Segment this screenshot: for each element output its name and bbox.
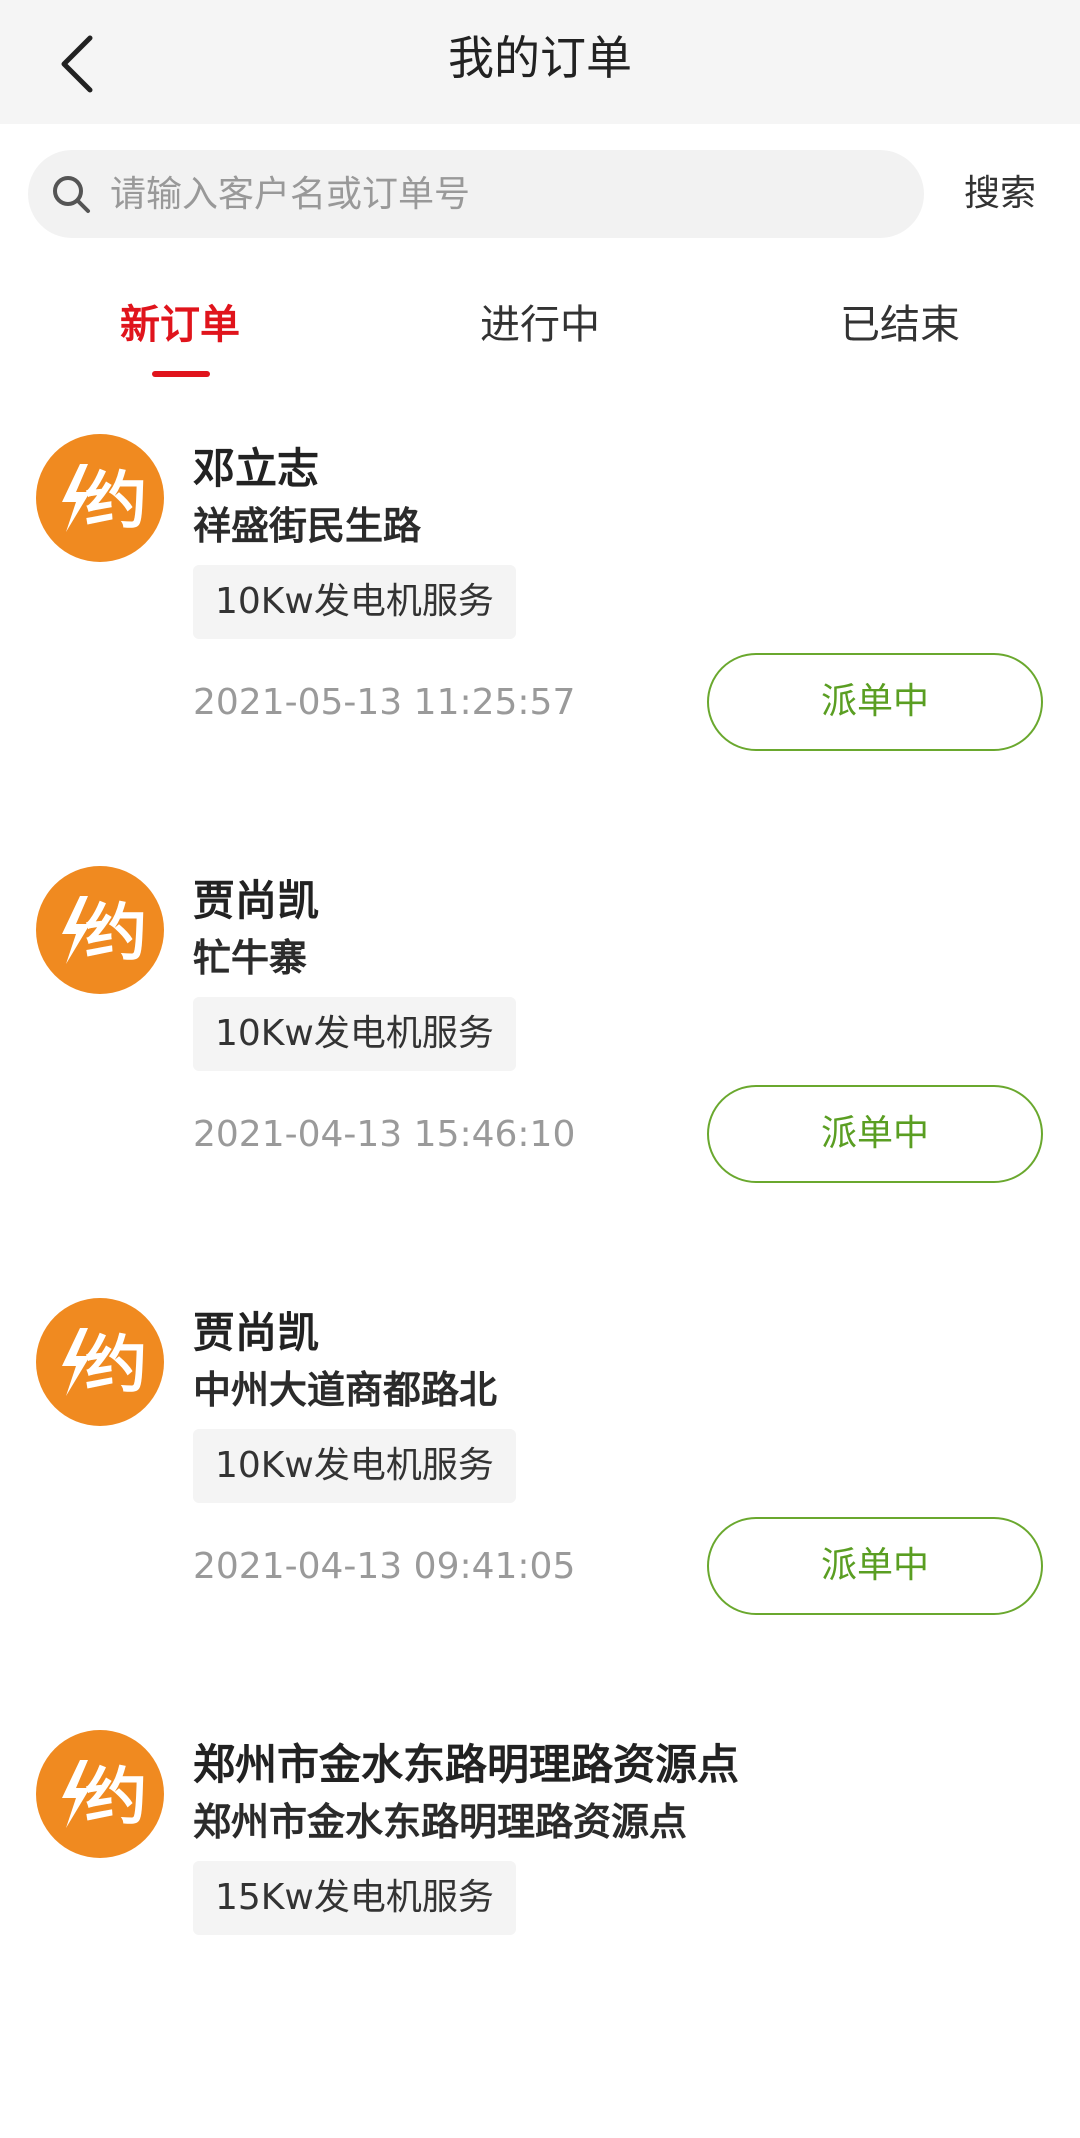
customer-address: 牤牛寨 xyxy=(193,936,308,980)
search-box[interactable] xyxy=(28,150,924,238)
service-tag: 10Kw发电机服务 xyxy=(193,1429,516,1503)
order-time: 2021-05-13 11:25:57 xyxy=(193,682,576,723)
svg-text:约: 约 xyxy=(85,464,147,537)
service-tag: 15Kw发电机服务 xyxy=(193,1861,516,1935)
svg-text:约: 约 xyxy=(85,896,147,969)
dispatch-status-button[interactable]: 派单中 xyxy=(707,1517,1043,1615)
order-list: 约 邓立志 祥盛街民生路 10Kw发电机服务 2021-05-13 11:25:… xyxy=(0,410,1080,2138)
header-bar: 我的订单 xyxy=(0,0,1080,124)
tab-in-progress[interactable]: 进行中 xyxy=(360,270,720,380)
lightning-icon: 约 xyxy=(62,1328,147,1401)
search-input[interactable] xyxy=(110,173,924,215)
lightning-icon: 约 xyxy=(62,464,147,537)
order-time: 2021-04-13 15:46:10 xyxy=(193,1114,576,1155)
customer-name: 郑州市金水东路明理路资源点 xyxy=(193,1740,740,1789)
customer-name: 贾尚凯 xyxy=(193,876,320,925)
dispatch-status-button[interactable]: 派单中 xyxy=(707,653,1043,751)
svg-text:约: 约 xyxy=(85,1328,147,1401)
lightning-icon: 约 xyxy=(62,896,147,969)
tab-new-orders[interactable]: 新订单 xyxy=(0,270,360,380)
active-tab-indicator xyxy=(152,371,210,377)
customer-address: 中州大道商都路北 xyxy=(193,1368,498,1412)
customer-name: 邓立志 xyxy=(193,444,320,493)
order-avatar: 约 xyxy=(36,1298,164,1426)
service-tag: 10Kw发电机服务 xyxy=(193,565,516,639)
service-tag: 10Kw发电机服务 xyxy=(193,997,516,1071)
order-card[interactable]: 约 郑州市金水东路明理路资源点 郑州市金水东路明理路资源点 15Kw发电机服务 xyxy=(0,1706,1080,2138)
tab-finished[interactable]: 已结束 xyxy=(720,270,1080,380)
customer-address: 祥盛街民生路 xyxy=(193,504,422,548)
order-avatar: 约 xyxy=(36,434,164,562)
order-card[interactable]: 约 贾尚凯 牤牛寨 10Kw发电机服务 2021-04-13 15:46:10 … xyxy=(0,842,1080,1274)
lightning-icon: 约 xyxy=(62,1760,147,1833)
order-avatar: 约 xyxy=(36,1730,164,1858)
customer-name: 贾尚凯 xyxy=(193,1308,320,1357)
search-icon xyxy=(53,176,90,213)
order-avatar: 约 xyxy=(36,866,164,994)
dispatch-status-button[interactable]: 派单中 xyxy=(707,1085,1043,1183)
order-card[interactable]: 约 邓立志 祥盛街民生路 10Kw发电机服务 2021-05-13 11:25:… xyxy=(0,410,1080,842)
order-time: 2021-04-13 09:41:05 xyxy=(193,1546,576,1587)
order-tabs: 新订单 进行中 已结束 xyxy=(0,270,1080,380)
customer-address: 郑州市金水东路明理路资源点 xyxy=(193,1800,688,1844)
page-title: 我的订单 xyxy=(448,31,632,85)
search-button[interactable]: 搜索 xyxy=(940,150,1060,238)
order-card[interactable]: 约 贾尚凯 中州大道商都路北 10Kw发电机服务 2021-04-13 09:4… xyxy=(0,1274,1080,1706)
svg-text:约: 约 xyxy=(85,1760,147,1833)
